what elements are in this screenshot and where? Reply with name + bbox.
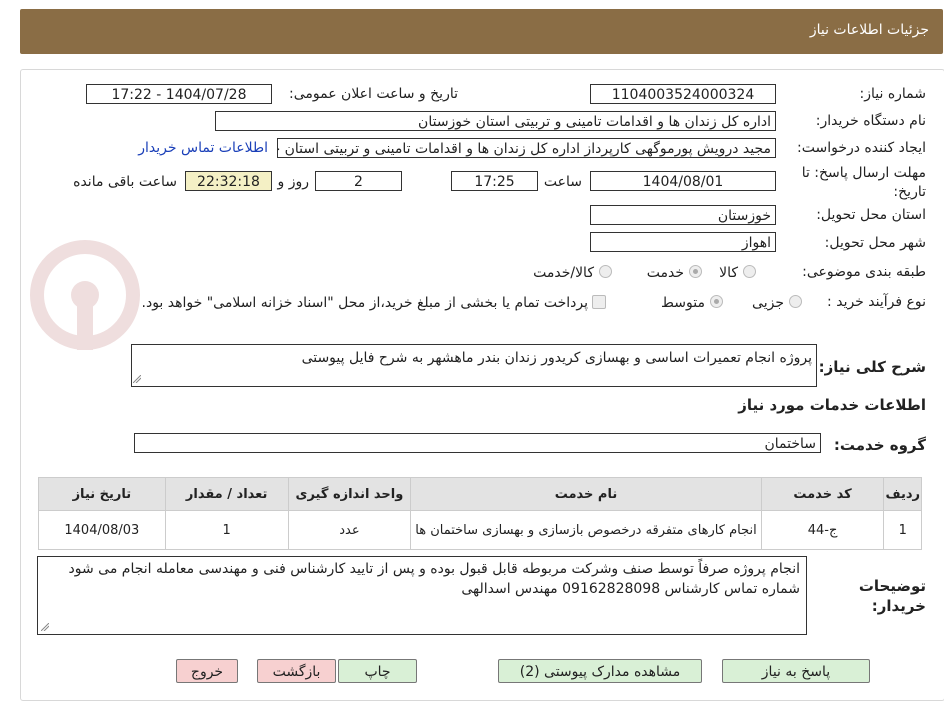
days-remaining-field: 2: [315, 171, 402, 191]
page-header: جزئیات اطلاعات نیاز: [20, 9, 943, 54]
reply-button[interactable]: پاسخ به نیاز: [722, 659, 870, 683]
process-radio-minor[interactable]: [789, 295, 802, 308]
deadline-date-field: 1404/08/01: [590, 171, 776, 191]
category-label: طبقه بندی موضوعی:: [802, 264, 926, 280]
general-description-field[interactable]: پروژه انجام تعمیرات اساسی و بهسازی کریدو…: [131, 344, 817, 387]
cell-need-date: 1404/08/03: [38, 510, 166, 550]
time-remaining-label: ساعت باقی مانده: [73, 174, 177, 190]
column-header-need-date: تاریخ نیاز: [38, 477, 166, 511]
treasury-payment-note: پرداخت تمام یا بخشی از مبلغ خرید،از محل …: [141, 295, 588, 311]
time-remaining-field: 22:32:18: [185, 171, 272, 191]
deadline-time-field: 17:25: [451, 171, 538, 191]
service-group-field: ساختمان: [134, 433, 821, 453]
announce-label: تاریخ و ساعت اعلان عمومی:: [289, 86, 458, 102]
deadline-label: مهلت ارسال پاسخ: تا: [801, 165, 926, 181]
cell-unit: عدد: [287, 510, 412, 550]
resize-handle-icon[interactable]: [133, 375, 141, 383]
buyer-contact-link[interactable]: اطلاعات تماس خریدار: [138, 140, 268, 156]
exit-button[interactable]: خروج: [176, 659, 238, 683]
category-option-goods: کالا: [719, 265, 738, 281]
buyer-notes-label: توضیحات: [858, 577, 926, 595]
city-field: اهواز: [590, 232, 776, 252]
buyer-org-field: اداره کل زندان ها و اقدامات تامینی و ترب…: [215, 111, 776, 131]
column-header-quantity: تعداد / مقدار: [164, 477, 289, 511]
column-header-row-number: ردیف: [883, 477, 922, 511]
column-header-unit: واحد اندازه گیری: [287, 477, 412, 511]
buyer-org-label: نام دستگاه خریدار:: [815, 113, 926, 129]
view-attachments-button[interactable]: مشاهده مدارک پیوستی (2): [498, 659, 702, 683]
category-radio-goods[interactable]: [743, 265, 756, 278]
process-option-minor: جزیی: [752, 295, 784, 311]
cell-service-name: انجام کارهای متفرقه درخصوص بازسازی و بهس…: [410, 510, 762, 550]
deadline-hour-label: ساعت: [543, 174, 582, 190]
cell-row-number: 1: [883, 510, 922, 550]
category-radio-goods-service[interactable]: [599, 265, 612, 278]
buyer-notes-field[interactable]: انجام پروژه صرفاً توسط صنف وشرکت مربوطه …: [37, 556, 807, 635]
treasury-payment-checkbox[interactable]: [592, 295, 606, 309]
general-description-label: شرح کلی نیاز:: [818, 358, 926, 376]
creator-label: ایجاد کننده درخواست:: [797, 140, 926, 156]
cell-quantity: 1: [164, 510, 289, 550]
province-field: خوزستان: [590, 205, 776, 225]
buyer-notes-label-2: خریدار:: [871, 597, 926, 615]
need-number-field: 1104003524000324: [590, 84, 776, 104]
process-option-medium: متوسط: [661, 295, 705, 311]
category-option-service: خدمت: [646, 265, 684, 281]
category-option-goods-service: کالا/خدمت: [533, 265, 594, 281]
process-radio-medium[interactable]: [710, 295, 723, 308]
column-header-service-code: کد خدمت: [760, 477, 885, 511]
category-radio-service[interactable]: [689, 265, 702, 278]
services-section-title: اطلاعات خدمات مورد نیاز: [738, 396, 926, 414]
service-group-label: گروه خدمت:: [833, 436, 926, 454]
print-button[interactable]: چاپ: [338, 659, 417, 683]
process-type-label: نوع فرآیند خرید :: [827, 294, 926, 310]
cell-service-code: ج-44: [760, 510, 885, 550]
province-label: استان محل تحویل:: [816, 207, 926, 223]
table-row: 1 ج-44 انجام کارهای متفرقه درخصوص بازساز…: [38, 510, 922, 550]
column-header-service-name: نام خدمت: [410, 477, 762, 511]
back-button[interactable]: بازگشت: [257, 659, 336, 683]
creator-field: مجید درویش پورموگهی کارپرداز اداره کل زن…: [277, 138, 776, 158]
resize-handle-icon[interactable]: [41, 623, 49, 631]
services-table: ردیف کد خدمت نام خدمت واحد اندازه گیری ت…: [38, 477, 922, 550]
announce-datetime-field: 1404/07/28 - 17:22: [86, 84, 272, 104]
need-number-label: شماره نیاز:: [859, 86, 927, 102]
city-label: شهر محل تحویل:: [824, 235, 926, 251]
deadline-label-date: تاریخ:: [893, 184, 926, 200]
days-label: روز و: [277, 174, 310, 190]
page-title: جزئیات اطلاعات نیاز: [809, 22, 929, 38]
table-header-row: ردیف کد خدمت نام خدمت واحد اندازه گیری ت…: [38, 477, 922, 511]
